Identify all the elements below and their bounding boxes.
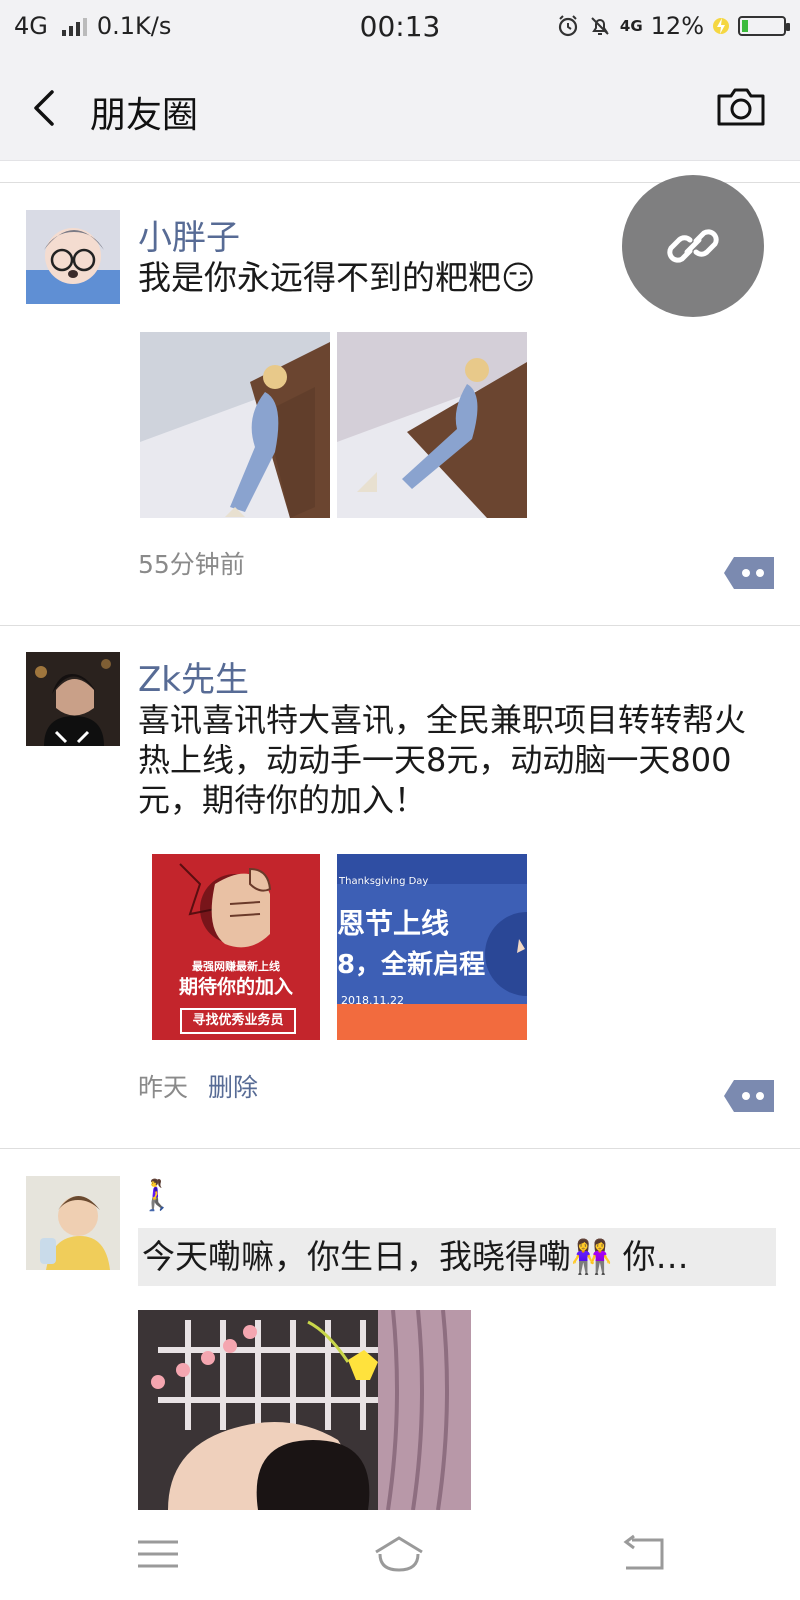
post-image[interactable] <box>140 332 330 518</box>
menu-icon[interactable] <box>134 1534 182 1574</box>
post-image[interactable] <box>337 332 527 518</box>
poster-name[interactable]: Zk先生 <box>138 652 249 701</box>
image-caption: Thanksgiving Day <box>339 876 429 887</box>
image-caption: 2018.11.22 <box>341 994 404 1007</box>
image-caption: 8，全新启程 <box>337 950 486 980</box>
app-header: 朋友圈 <box>0 56 800 161</box>
poster-name[interactable]: 小胖子 <box>138 210 240 259</box>
system-nav-bar <box>0 1510 800 1600</box>
post-image[interactable]: Thanksgiving Day 恩节上线 8，全新启程 2018.11.22 <box>337 854 527 1040</box>
image-caption: 恩节上线 <box>337 907 450 940</box>
link-icon <box>667 229 719 263</box>
moments-feed[interactable]: 小胖子 我是你永远得不到的粑粑😏 55分钟前 Zk先生 喜讯喜讯特大喜讯，全民兼… <box>0 160 800 1510</box>
charging-icon <box>713 18 729 34</box>
camera-icon[interactable] <box>716 84 766 128</box>
image-caption: 寻找优秀业务员 <box>180 1008 296 1034</box>
post-text: 喜讯喜讯特大喜讯，全民兼职项目转转帮火热上线，动动手一天8元，动动脑一天800元… <box>138 701 747 819</box>
alarm-icon <box>558 15 578 37</box>
status-right: 4G 12% <box>556 12 790 40</box>
mute-icon <box>591 17 609 35</box>
poster-name[interactable]: 🚶‍♀️ <box>138 1178 175 1213</box>
avatar[interactable] <box>26 210 120 304</box>
divider <box>0 625 800 626</box>
divider <box>0 1148 800 1149</box>
post-time-row: 昨天 删除 <box>138 1068 258 1104</box>
post-text[interactable]: 今天嘞嘛，你生日，我晓得嘞👭 你… <box>138 1228 776 1286</box>
status-bar: 4G 0.1K/s 00:13 4G 12% <box>0 0 800 56</box>
comment-action-icon[interactable] <box>724 557 774 589</box>
back-arrow-icon[interactable] <box>24 84 68 132</box>
post-time: 昨天 <box>138 1073 189 1102</box>
comment-action-icon[interactable] <box>724 1080 774 1112</box>
avatar[interactable] <box>26 1176 120 1270</box>
page-title: 朋友圈 <box>90 95 199 136</box>
delete-link[interactable]: 删除 <box>208 1073 258 1102</box>
post-time: 55分钟前 <box>138 550 245 579</box>
network-label-2: 4G <box>619 17 643 35</box>
post-image[interactable] <box>138 1310 471 1510</box>
battery-icon <box>738 16 790 36</box>
post-image[interactable]: 最强网赚最新上线 期待你的加入 寻找优秀业务员 <box>140 854 330 1040</box>
avatar[interactable] <box>26 652 120 746</box>
link-button[interactable] <box>622 175 764 317</box>
image-caption: 期待你的加入 <box>178 976 293 998</box>
home-icon[interactable] <box>372 1534 426 1574</box>
back-nav-icon[interactable] <box>620 1534 668 1574</box>
battery-percent: 12% <box>650 12 704 40</box>
